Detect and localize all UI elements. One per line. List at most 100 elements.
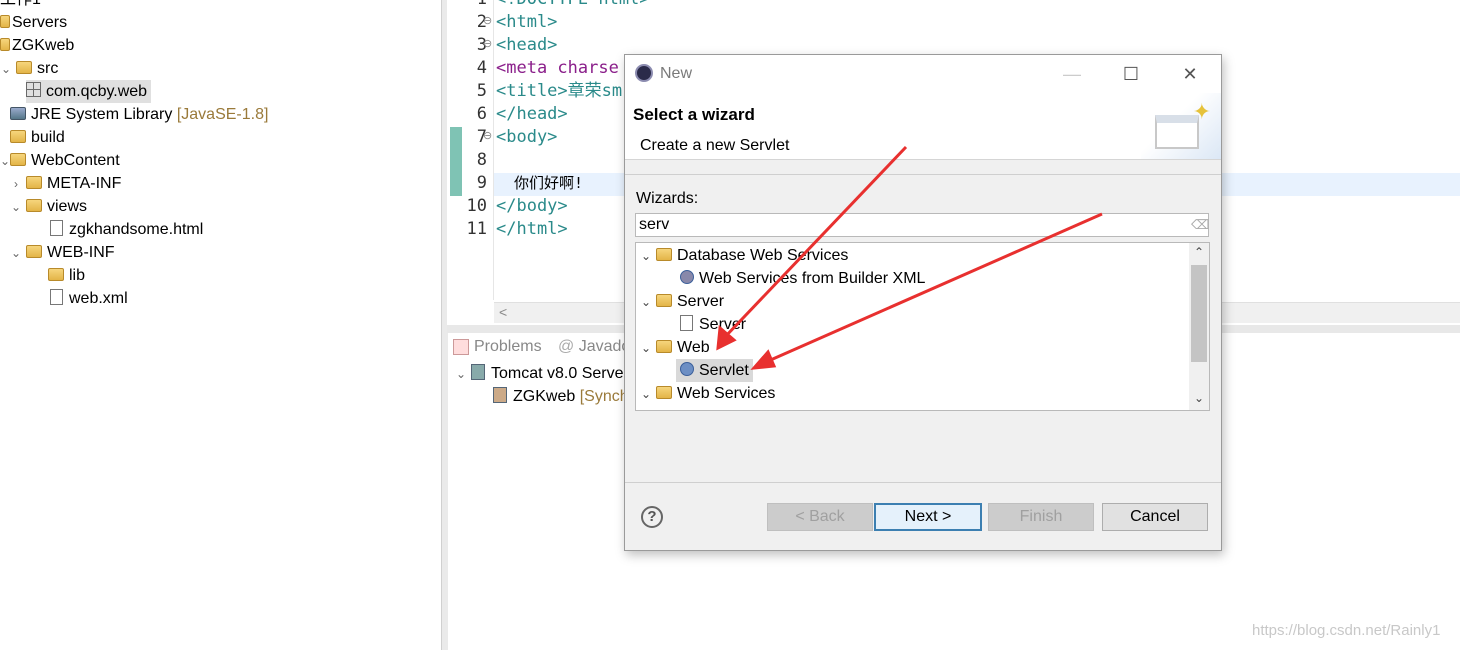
scroll-up-icon[interactable]: ⌃ (1189, 245, 1209, 259)
close-button[interactable]: ✕ (1175, 61, 1205, 87)
code-line[interactable]: </body> (496, 195, 568, 218)
scroll-left-icon[interactable]: < (499, 304, 507, 320)
cancel-button[interactable]: Cancel (1102, 503, 1208, 531)
minimize-button[interactable]: — (1057, 61, 1087, 87)
line-number: 6 (476, 104, 487, 124)
folder-icon (10, 153, 26, 167)
chevron-down-icon[interactable]: ⌄ (640, 337, 652, 360)
chevron-down-icon[interactable]: ⌄ (455, 363, 467, 386)
tree-item-lib[interactable]: lib (48, 264, 85, 287)
divider (625, 482, 1221, 483)
tree-item-web-inf[interactable]: ⌄ WEB-INF (10, 241, 115, 264)
wizard-item[interactable]: Web Services from Builder XML (680, 267, 925, 290)
line-number: 1 (447, 0, 487, 11)
server-row[interactable]: ⌄ Tomcat v8.0 Serve (455, 362, 624, 385)
tree-item-label: META-INF (47, 175, 122, 192)
maximize-button[interactable]: ☐ (1116, 61, 1146, 87)
wizard-category-label: Web (677, 339, 710, 356)
next-button[interactable]: Next > (874, 503, 982, 531)
wizard-category-label: Web Services (677, 385, 776, 402)
tree-item-workset[interactable]: 工作1 (0, 0, 41, 11)
tree-item-web-xml[interactable]: web.xml (50, 287, 128, 310)
help-button[interactable]: ? (641, 506, 663, 528)
code-line[interactable]: <!DOCTYPE html> (496, 0, 650, 11)
chevron-down-icon[interactable]: ⌄ (640, 383, 652, 406)
tree-item-servers[interactable]: Servers (0, 11, 67, 34)
tree-item-label: lib (69, 267, 86, 284)
code-line[interactable]: <html> (496, 11, 557, 34)
wizard-category[interactable]: ⌄ Web Services (640, 382, 775, 405)
tree-item-label: WebContent (31, 152, 120, 169)
tree-item-label: build (31, 129, 65, 146)
tree-item-label: src (37, 60, 59, 77)
tree-item-html-file[interactable]: zgkhandsome.html (50, 218, 203, 241)
back-button[interactable]: < Back (767, 503, 873, 531)
tree-item-meta-inf[interactable]: › META-INF (10, 172, 121, 195)
wizard-item[interactable]: Server (680, 313, 746, 336)
chevron-down-icon[interactable]: ⌄ (10, 196, 22, 219)
code-line[interactable]: <meta charse (496, 57, 619, 80)
wizard-category[interactable]: ⌄ Server (640, 290, 724, 313)
folder-icon (656, 386, 672, 400)
wizard-item-label: Servlet (699, 362, 749, 379)
chevron-down-icon[interactable]: ⌄ (10, 242, 22, 265)
tree-item-label: 工作1 (0, 0, 41, 8)
wizard-category-label: Server (677, 293, 725, 310)
vertical-scrollbar[interactable]: ⌃ ⌄ (1189, 243, 1209, 410)
tree-item-label: Servers (12, 14, 68, 31)
code-line[interactable]: <body> (496, 126, 557, 149)
chevron-down-icon[interactable]: ⌄ (640, 245, 652, 268)
dialog-title: New (660, 65, 693, 82)
code-line[interactable]: </head> (496, 103, 568, 126)
line-number-gutter: 1 2 3 4 5 6 7 8 9 10 11 ⊖ ⊖ ⊖ (447, 0, 494, 300)
tree-item-label: web.xml (69, 290, 128, 307)
scroll-down-icon[interactable]: ⌄ (1189, 391, 1209, 405)
fold-icon[interactable]: ⊖ (483, 37, 492, 50)
wizard-banner-image: ✦ (1141, 93, 1221, 159)
project-state: [Synch (579, 388, 629, 405)
finish-button[interactable]: Finish (988, 503, 1094, 531)
server-icon (471, 363, 485, 380)
scrollbar-thumb[interactable] (1191, 265, 1207, 362)
folder-icon (656, 294, 672, 308)
source-folder-icon (16, 61, 32, 75)
tree-item-build[interactable]: build (10, 126, 65, 149)
tree-item-package[interactable]: com.qcby.web (26, 80, 152, 103)
fold-icon[interactable]: ⊖ (483, 129, 492, 142)
tab-problems[interactable]: Problems (474, 338, 542, 355)
watermark: https://blog.csdn.net/Rainly1 (1252, 622, 1441, 639)
code-line[interactable]: 你们好啊! (496, 172, 583, 195)
wizard-category-label: Database Web Services (677, 247, 849, 264)
clear-filter-icon[interactable]: ⌫ (1191, 215, 1209, 235)
wizard-category[interactable]: ⌄ Database Web Services (640, 244, 848, 267)
javadoc-icon: @ (558, 338, 575, 355)
chevron-down-icon[interactable]: ⌄ (0, 58, 12, 81)
chevron-down-icon[interactable]: ⌄ (640, 291, 652, 314)
line-number: 4 (476, 58, 487, 78)
fold-icon[interactable]: ⊖ (483, 14, 492, 27)
folder-icon (48, 268, 64, 282)
tree-item-views[interactable]: ⌄ views (10, 195, 87, 218)
wizard-filter-input[interactable] (635, 213, 1209, 237)
chevron-down-icon[interactable]: ⌄ (0, 150, 10, 173)
code-line[interactable]: </html> (496, 218, 568, 241)
wizard-item-label: Server (699, 316, 747, 333)
code-line[interactable]: <title>章荣sm (496, 80, 622, 103)
tree-item-jre[interactable]: JRE System Library [JavaSE-1.8] (10, 103, 268, 126)
tree-item-webcontent[interactable]: ⌄ WebContent (0, 149, 120, 172)
server-project-row[interactable]: ZGKweb [Synch (493, 385, 629, 408)
dialog-titlebar[interactable]: New — ☐ ✕ (625, 55, 1221, 93)
wizard-item-servlet[interactable]: Servlet (676, 359, 753, 382)
problems-icon (453, 338, 469, 355)
tree-item-src[interactable]: ⌄ src (0, 57, 58, 80)
project-icon (0, 38, 10, 52)
wizard-tree[interactable]: ⌄ Database Web Services Web Services from… (635, 242, 1210, 411)
chevron-right-icon[interactable]: › (10, 173, 22, 196)
code-line[interactable]: <head> (496, 34, 557, 57)
module-icon (493, 386, 507, 403)
tree-item-zgkweb[interactable]: ZGKweb (0, 34, 74, 57)
wizard-category[interactable]: ⌄ Web (640, 336, 710, 359)
wizard-item-label: Web Services from Builder XML (699, 270, 926, 287)
tree-item-label: JRE System Library (31, 106, 173, 123)
folder-icon (656, 340, 672, 354)
